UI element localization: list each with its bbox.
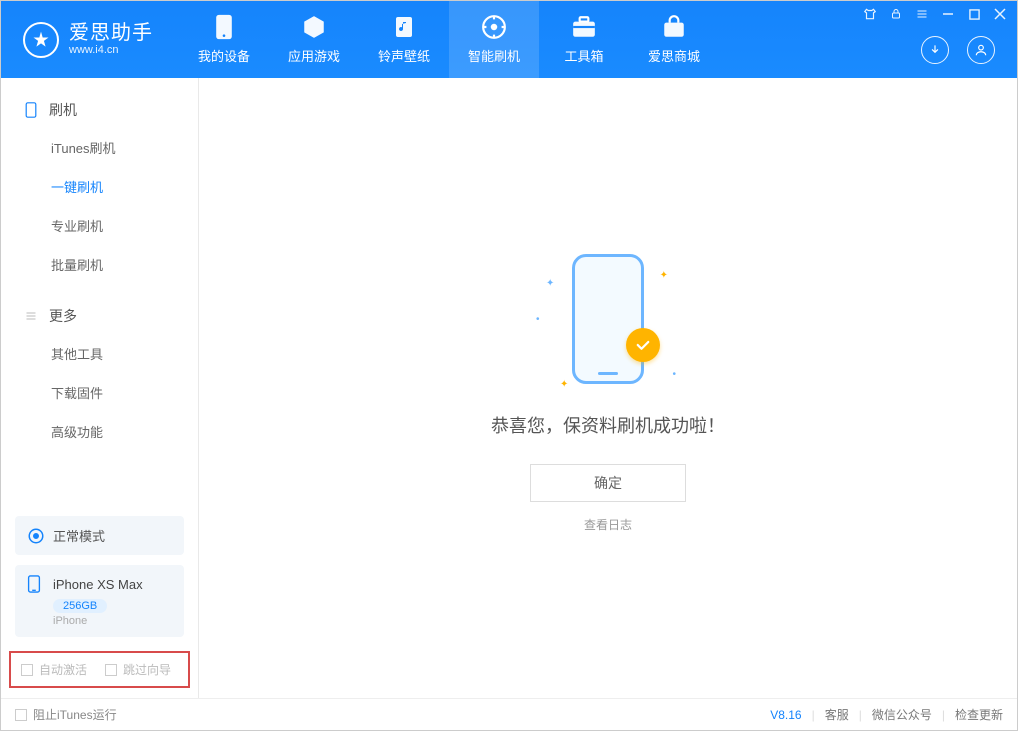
header-bar: 爱思助手 www.i4.cn 我的设备 应用游戏 铃声壁纸 智能刷机 工具箱 爱… (1, 1, 1017, 78)
app-logo: 爱思助手 www.i4.cn (1, 22, 171, 58)
check-badge-icon (626, 328, 660, 362)
nav-toolbox[interactable]: 工具箱 (539, 1, 629, 78)
close-icon[interactable] (993, 7, 1007, 21)
checkbox-auto-activate[interactable]: 自动激活 (21, 661, 87, 678)
sidebar-item-download-fw[interactable]: 下载固件 (1, 373, 198, 412)
list-icon (23, 308, 39, 324)
checkbox-label: 自动激活 (39, 661, 87, 678)
status-bar: 阻止iTunes运行 V8.16 | 客服 | 微信公众号 | 检查更新 (1, 698, 1017, 730)
nav-ringtone[interactable]: 铃声壁纸 (359, 1, 449, 78)
sidebar-item-advanced[interactable]: 高级功能 (1, 412, 198, 451)
mode-card[interactable]: 正常模式 (15, 516, 184, 555)
support-link[interactable]: 客服 (825, 706, 849, 723)
phone-outline-icon (23, 102, 39, 118)
user-button[interactable] (967, 36, 995, 64)
nav-label: 工具箱 (564, 46, 603, 65)
checkbox-label: 阻止iTunes运行 (33, 706, 117, 723)
version-label: V8.16 (770, 708, 801, 722)
device-icon (211, 14, 237, 40)
app-url: www.i4.cn (69, 44, 153, 56)
checkbox-block-itunes[interactable]: 阻止iTunes运行 (15, 706, 117, 723)
header-actions (921, 36, 995, 64)
window-controls (863, 7, 1007, 21)
sidebar-item-other-tools[interactable]: 其他工具 (1, 334, 198, 373)
nav-store[interactable]: 爱思商城 (629, 1, 719, 78)
main-panel: ✦•✦•✦ 恭喜您，保资料刷机成功啦！ 确定 查看日志 (199, 78, 1017, 698)
nav-label: 爱思商城 (648, 46, 700, 65)
view-log-link[interactable]: 查看日志 (584, 516, 632, 533)
mode-label: 正常模式 (53, 526, 105, 545)
sidebar: 刷机 iTunes刷机 一键刷机 专业刷机 批量刷机 更多 其他工具 下载固件 … (1, 78, 199, 698)
phone-frame-icon (572, 254, 644, 384)
sidebar-group-more: 更多 (1, 298, 198, 334)
wechat-link[interactable]: 微信公众号 (872, 706, 932, 723)
nav-label: 我的设备 (198, 46, 250, 65)
success-illustration: ✦•✦•✦ (518, 244, 698, 394)
nav-label: 铃声壁纸 (378, 46, 430, 65)
device-type: iPhone (53, 615, 172, 627)
logo-icon (23, 22, 59, 58)
maximize-icon[interactable] (967, 7, 981, 21)
ok-button[interactable]: 确定 (530, 464, 686, 502)
minimize-icon[interactable] (941, 7, 955, 21)
checkbox-icon (21, 664, 33, 676)
sidebar-item-pro-flash[interactable]: 专业刷机 (1, 206, 198, 245)
apps-icon (301, 14, 327, 40)
highlighted-options: 自动激活 跳过向导 (9, 651, 190, 688)
app-title: 爱思助手 (69, 22, 153, 44)
ringtone-icon (391, 14, 417, 40)
nav-label: 智能刷机 (468, 46, 520, 65)
device-capacity: 256GB (53, 599, 107, 613)
checkbox-icon (105, 664, 117, 676)
tshirt-icon[interactable] (863, 7, 877, 21)
nav-my-device[interactable]: 我的设备 (179, 1, 269, 78)
checkbox-skip-guide[interactable]: 跳过向导 (105, 661, 171, 678)
lock-icon[interactable] (889, 7, 903, 21)
nav-apps[interactable]: 应用游戏 (269, 1, 359, 78)
success-message: 恭喜您，保资料刷机成功啦！ (491, 412, 725, 438)
check-update-link[interactable]: 检查更新 (955, 706, 1003, 723)
device-card[interactable]: iPhone XS Max 256GB iPhone (15, 565, 184, 637)
toolbox-icon (571, 14, 597, 40)
nav-flash[interactable]: 智能刷机 (449, 1, 539, 78)
sidebar-group-label: 刷机 (49, 100, 77, 120)
download-button[interactable] (921, 36, 949, 64)
mode-icon (27, 527, 45, 545)
menu-icon[interactable] (915, 7, 929, 21)
sidebar-item-onekey-flash[interactable]: 一键刷机 (1, 167, 198, 206)
device-icon (27, 575, 45, 593)
sidebar-item-itunes-flash[interactable]: iTunes刷机 (1, 128, 198, 167)
flash-icon (481, 14, 507, 40)
main-nav: 我的设备 应用游戏 铃声壁纸 智能刷机 工具箱 爱思商城 (179, 1, 719, 78)
nav-label: 应用游戏 (288, 46, 340, 65)
checkbox-label: 跳过向导 (123, 661, 171, 678)
store-icon (661, 14, 687, 40)
sidebar-item-batch-flash[interactable]: 批量刷机 (1, 245, 198, 284)
sidebar-group-label: 更多 (49, 306, 77, 326)
device-name: iPhone XS Max (53, 577, 143, 592)
checkbox-icon (15, 709, 27, 721)
sidebar-group-flash: 刷机 (1, 92, 198, 128)
